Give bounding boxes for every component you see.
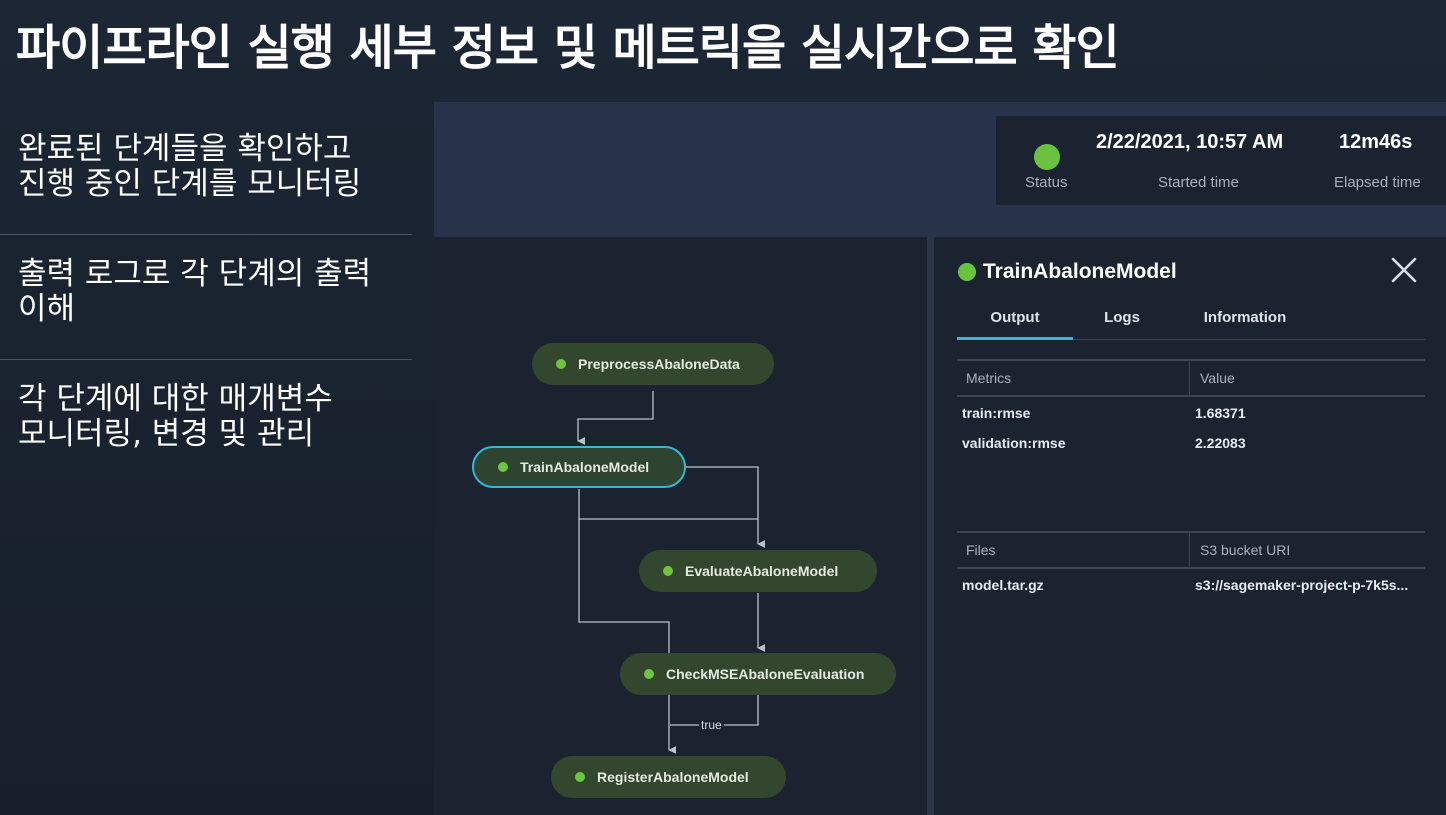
file-name: model.tar.gz — [962, 577, 1044, 593]
edge-condition-label: true — [699, 718, 724, 732]
edge-train-evaluate-a — [685, 466, 766, 548]
bullet-line: 진행 중인 단계를 모니터링 — [18, 166, 362, 202]
column-separator — [1189, 533, 1190, 567]
slide-title: 파이프라인 실행 세부 정보 및 메트릭을 실시간으로 확인 — [16, 20, 1120, 76]
tab-output[interactable]: Output — [957, 303, 1073, 340]
panel-resize-handle[interactable] — [927, 237, 934, 815]
column-separator — [1189, 361, 1190, 395]
files-table: Files S3 bucket URI model.tar.gz s3://sa… — [957, 531, 1425, 599]
elapsed-time-value: 12m46s — [1339, 131, 1413, 153]
step-detail-title: TrainAbaloneModel — [983, 260, 1177, 283]
metrics-column-header: Metrics — [966, 370, 1012, 386]
node-check-mse[interactable]: CheckMSEAbaloneEvaluation — [620, 653, 896, 695]
metrics-table: Metrics Value train:rmse 1.68371 validat… — [957, 359, 1425, 457]
started-time-label: Started time — [1158, 174, 1239, 191]
status-success-icon — [1034, 144, 1060, 170]
metric-row: validation:rmse 2.22083 — [957, 427, 1425, 457]
node-label: PreprocessAbaloneData — [578, 356, 740, 372]
node-label: EvaluateAbaloneModel — [685, 563, 839, 579]
pipeline-execution-view: Status 2/22/2021, 10:57 AM Started time … — [434, 102, 1446, 815]
metric-name: validation:rmse — [962, 435, 1066, 451]
file-row: model.tar.gz s3://sagemaker-project-p-7k… — [957, 569, 1425, 599]
step-success-icon — [556, 359, 566, 369]
metrics-table-header: Metrics Value — [957, 359, 1425, 397]
metric-value: 2.22083 — [1195, 435, 1246, 451]
files-column-header: Files — [966, 542, 996, 558]
graph-edges — [577, 391, 766, 754]
step-success-icon — [575, 772, 585, 782]
pipeline-graph[interactable]: PreprocessAbaloneData TrainAbaloneModel … — [434, 237, 927, 815]
elapsed-time-label: Elapsed time — [1334, 174, 1421, 191]
tab-logs[interactable]: Logs — [1087, 303, 1157, 337]
bullet-line: 이해 — [18, 291, 76, 327]
bullet-line: 모니터링, 변경 및 관리 — [18, 416, 315, 452]
detail-tabs: Output Logs Information — [957, 303, 1425, 340]
metric-name: train:rmse — [962, 405, 1031, 421]
node-label: TrainAbaloneModel — [520, 459, 650, 475]
s3-uri-column-header: S3 bucket URI — [1200, 542, 1291, 558]
node-train[interactable]: TrainAbaloneModel — [472, 446, 686, 488]
step-success-icon — [644, 669, 654, 679]
status-label: Status — [1025, 174, 1068, 191]
metric-row: train:rmse 1.68371 — [957, 397, 1425, 427]
bullet-completed-steps: 완료된 단계들을 확인하고 진행 중인 단계를 모니터링 — [0, 112, 412, 212]
step-success-icon — [958, 263, 976, 281]
edge-train-evaluate-b — [578, 489, 758, 520]
execution-summary: Status 2/22/2021, 10:57 AM Started time … — [996, 116, 1446, 205]
bullet-list: 완료된 단계들을 확인하고 진행 중인 단계를 모니터링 출력 로그로 각 단계… — [0, 112, 412, 462]
bullet-output-logs: 출력 로그로 각 단계의 출력 이해 — [0, 235, 412, 337]
tab-information[interactable]: Information — [1193, 303, 1297, 337]
files-table-header: Files S3 bucket URI — [957, 531, 1425, 569]
edge-preprocess-train — [577, 391, 654, 445]
node-evaluate[interactable]: EvaluateAbaloneModel — [639, 550, 877, 592]
bullet-line: 출력 로그로 각 단계의 출력 — [18, 256, 372, 292]
node-label: CheckMSEAbaloneEvaluation — [666, 666, 865, 682]
s3-uri-link[interactable]: s3://sagemaker-project-p-7k5s... — [1195, 577, 1408, 593]
value-column-header: Value — [1200, 370, 1235, 386]
step-success-icon — [663, 566, 673, 576]
bullet-parameters: 각 단계에 대한 매개변수 모니터링, 변경 및 관리 — [0, 360, 412, 462]
bullet-line: 각 단계에 대한 매개변수 — [18, 381, 333, 417]
metric-value: 1.68371 — [1195, 405, 1246, 421]
started-time-value: 2/22/2021, 10:57 AM — [1096, 131, 1284, 153]
node-register[interactable]: RegisterAbaloneModel — [551, 756, 786, 798]
step-detail-panel: TrainAbaloneModel Output Logs Informatio… — [934, 237, 1446, 815]
execution-header: Status 2/22/2021, 10:57 AM Started time … — [434, 102, 1446, 237]
node-label: RegisterAbaloneModel — [597, 769, 749, 785]
close-icon[interactable] — [1389, 255, 1419, 285]
step-success-icon — [498, 462, 508, 472]
bullet-line: 완료된 단계들을 확인하고 — [18, 131, 352, 167]
node-preprocess[interactable]: PreprocessAbaloneData — [532, 343, 774, 385]
